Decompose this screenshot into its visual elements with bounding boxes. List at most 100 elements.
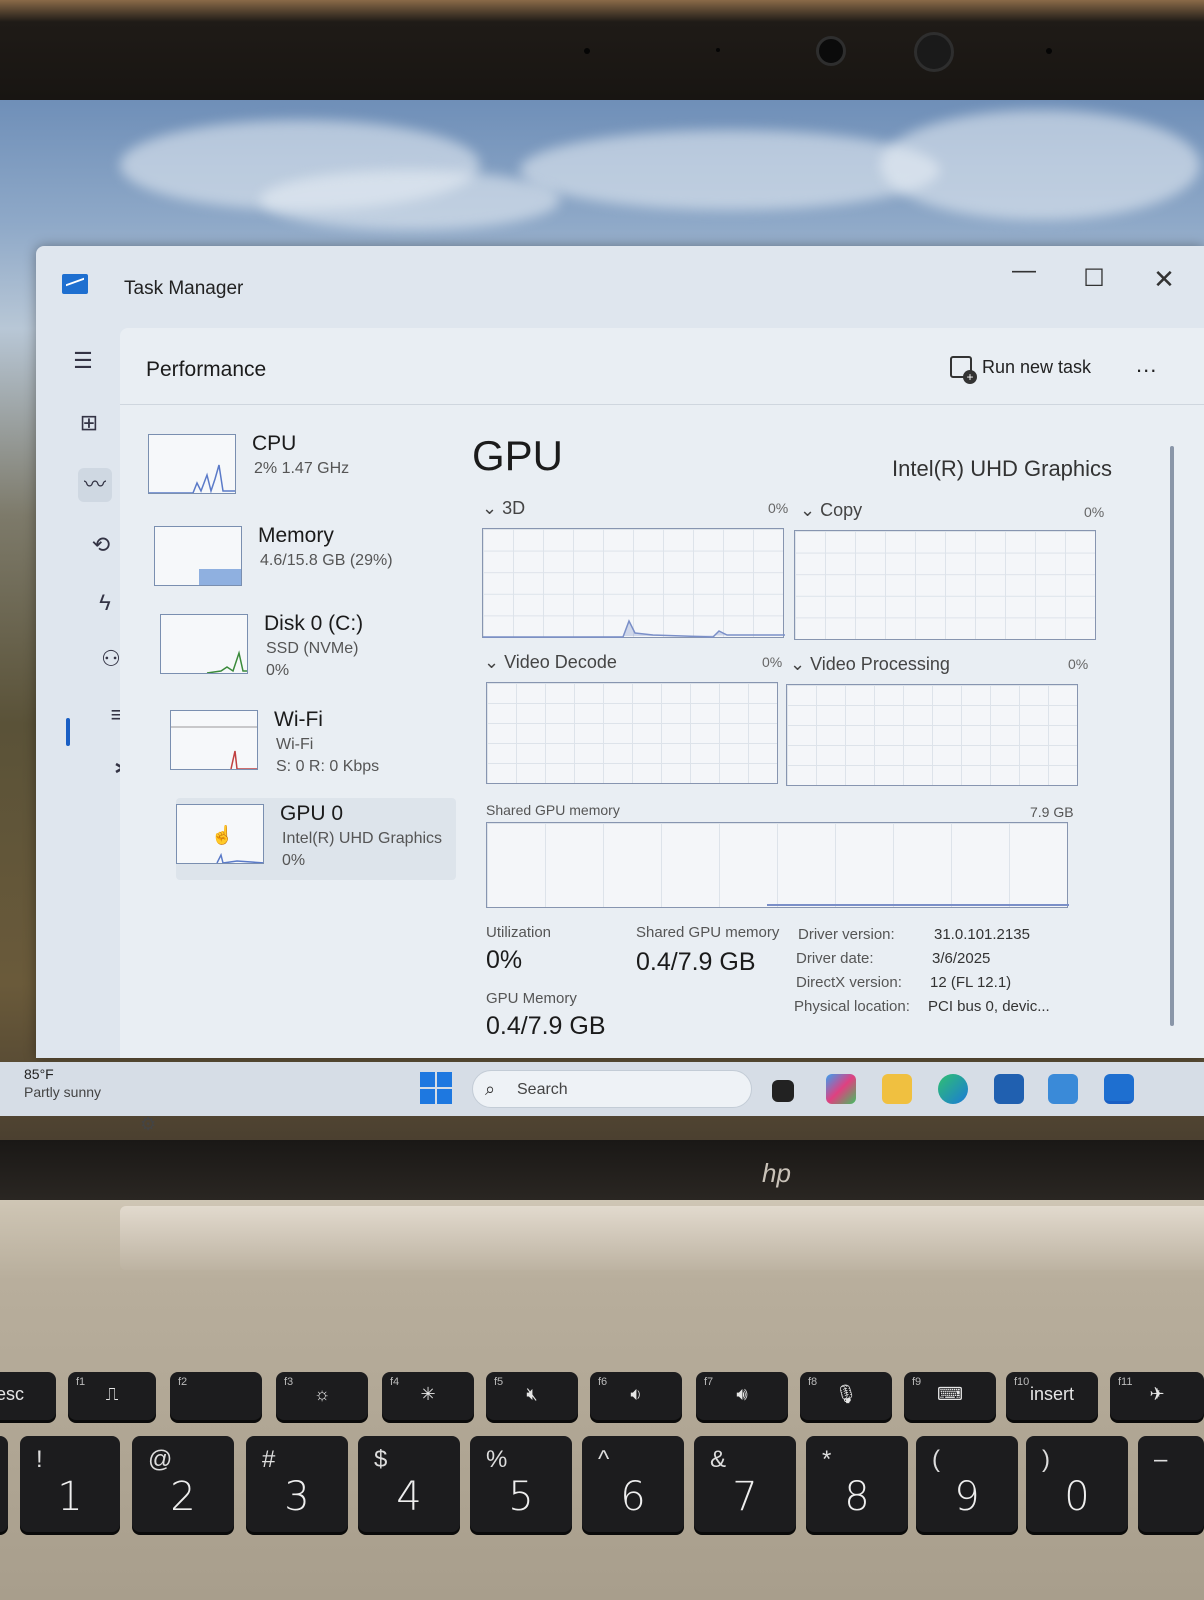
search-placeholder: Search <box>517 1081 568 1098</box>
key-esc[interactable]: esc <box>0 1372 56 1420</box>
task-manager-window: Task Manager — ☐ ✕ ☰ ⊞ 〰 ⟲ ϟ ⚇ ≡ ✲ ⚙ Per… <box>36 246 1204 1134</box>
key-6[interactable]: ^ 6 <box>582 1436 684 1532</box>
shared-gpu-memory-label: Shared GPU memory <box>636 924 780 941</box>
more-options-icon[interactable]: ... <box>1136 352 1157 378</box>
cpu-thumbnail-graph <box>148 434 236 494</box>
outlook-icon[interactable] <box>1048 1074 1078 1104</box>
sensor-dot <box>1046 48 1052 54</box>
weather-description[interactable]: Partly sunny <box>24 1084 101 1100</box>
engine-3d-label[interactable]: ⌄ 3D <box>482 498 525 519</box>
key-f5[interactable]: f5 🔇︎ <box>486 1372 578 1420</box>
run-task-icon <box>950 356 977 384</box>
webcam-cover <box>914 32 954 72</box>
weather-temperature[interactable]: 85°F <box>24 1066 54 1082</box>
gpu-memory-label: GPU Memory <box>486 990 577 1007</box>
key-f8[interactable]: f8 🎙︎ <box>800 1372 892 1420</box>
shared-memory-graph-label: Shared GPU memory <box>486 802 620 818</box>
performance-content: Performance Run new task ... CPU 2% 1.47… <box>120 328 1204 1058</box>
resource-subtitle: 2% 1.47 GHz <box>254 460 350 477</box>
processes-icon[interactable]: ⊞ <box>72 406 106 440</box>
engine-3d-graph <box>482 528 785 638</box>
resource-item-gpu[interactable]: ☝ GPU 0 Intel(R) UHD Graphics 0% <box>176 798 456 880</box>
key-f7[interactable]: f7 🔊︎ <box>696 1372 788 1420</box>
minimize-button[interactable]: — <box>1004 256 1044 286</box>
resource-item-cpu[interactable]: CPU 2% 1.47 GHz <box>148 428 458 510</box>
microsoft-365-icon[interactable] <box>826 1074 856 1104</box>
hp-logo: hp <box>762 1158 791 1188</box>
task-manager-app-icon <box>62 274 88 294</box>
vertical-scrollbar[interactable] <box>1170 446 1174 1026</box>
key-f1[interactable]: f1 ⎍ <box>68 1372 156 1420</box>
resource-name: Disk 0 (C:) <box>264 612 364 635</box>
utilization-value: 0% <box>486 946 523 974</box>
gpu-heading: GPU <box>472 432 564 479</box>
key-minus[interactable]: – <box>1138 1436 1204 1532</box>
key-backtick[interactable] <box>0 1436 8 1532</box>
gpu-thumbnail-graph: ☝ <box>176 804 264 864</box>
key-f6[interactable]: f6 🔉︎ <box>590 1372 682 1420</box>
startup-apps-icon[interactable]: ϟ <box>88 586 122 620</box>
driver-date-value: 3/6/2025 <box>932 950 991 967</box>
resource-item-disk[interactable]: Disk 0 (C:) SSD (NVMe) 0% <box>160 608 470 690</box>
key-f2[interactable]: f2 <box>170 1372 262 1420</box>
engine-video-processing-percent: 0% <box>1068 656 1089 672</box>
key-7[interactable]: & 7 <box>694 1436 796 1532</box>
key-f9[interactable]: f9 ⌨ <box>904 1372 996 1420</box>
key-4[interactable]: $4 <box>358 1436 460 1532</box>
search-icon: ⌕ <box>485 1079 496 1099</box>
engine-video-decode-graph <box>486 682 778 784</box>
title-bar[interactable]: Task Manager — ☐ ✕ <box>36 246 1204 316</box>
search-box[interactable]: ⌕ Search <box>472 1070 752 1108</box>
sensor-dot <box>584 48 590 54</box>
engine-video-decode-label[interactable]: ⌄ Video Decode <box>484 652 617 673</box>
maximize-button[interactable]: ☐ <box>1074 264 1114 294</box>
file-explorer-icon[interactable] <box>882 1074 912 1104</box>
key-9[interactable]: (9 <box>916 1436 1018 1532</box>
laptop-hinge <box>120 1206 1204 1270</box>
key-f10-insert[interactable]: f10 insert <box>1006 1372 1098 1420</box>
resource-value: S: 0 R: 0 Kbps <box>276 758 380 775</box>
resource-item-wifi[interactable]: Wi-Fi Wi-Fi S: 0 R: 0 Kbps <box>170 704 480 786</box>
directx-version-label: DirectX version: <box>796 974 902 991</box>
key-3[interactable]: #3 <box>246 1436 348 1532</box>
key-8[interactable]: * 8 <box>806 1436 908 1532</box>
resource-name: GPU 0 <box>280 802 344 825</box>
disk-thumbnail-graph <box>160 614 248 674</box>
settings-gear-icon[interactable]: ⚙ <box>140 1114 156 1135</box>
driver-date-label: Driver date: <box>796 950 874 967</box>
header-divider <box>120 404 1204 405</box>
resource-subtitle: Intel(R) UHD Graphics <box>282 830 443 847</box>
engine-video-processing-label[interactable]: ⌄ Video Processing <box>790 654 950 675</box>
microsoft-store-icon[interactable] <box>994 1074 1024 1104</box>
key-f4[interactable]: f4 ✳ <box>382 1372 474 1420</box>
wifi-thumbnail-graph <box>170 710 258 770</box>
hamburger-menu-icon[interactable]: ☰ <box>66 344 100 378</box>
engine-video-decode-percent: 0% <box>762 654 783 670</box>
hand-cursor-icon: ☝ <box>211 825 234 845</box>
key-2[interactable]: @2 <box>132 1436 234 1532</box>
utilization-label: Utilization <box>486 924 552 941</box>
memory-thumbnail-graph <box>154 526 242 586</box>
sensor-dot <box>716 48 720 52</box>
performance-icon[interactable]: 〰 <box>78 468 112 502</box>
engine-video-processing-graph <box>786 684 1078 786</box>
window-title: Task Manager <box>124 278 244 299</box>
physical-location-label: Physical location: <box>794 998 910 1015</box>
engine-copy-percent: 0% <box>1084 504 1105 520</box>
task-view-icon[interactable] <box>772 1080 794 1102</box>
driver-version-label: Driver version: <box>798 926 895 943</box>
key-5[interactable]: % 5 <box>470 1436 572 1532</box>
run-new-task-button[interactable]: Run new task <box>950 356 1091 384</box>
key-0[interactable]: ) 0 <box>1026 1436 1128 1532</box>
task-manager-taskbar-icon[interactable] <box>1104 1074 1134 1104</box>
engine-copy-label[interactable]: ⌄ Copy <box>800 500 862 521</box>
edge-browser-icon[interactable] <box>938 1074 968 1104</box>
close-button[interactable]: ✕ <box>1144 264 1184 294</box>
key-1[interactable]: ! 1 <box>20 1436 120 1532</box>
start-button-icon[interactable] <box>420 1072 452 1104</box>
app-history-icon[interactable]: ⟲ <box>84 528 118 562</box>
resource-value: 0% <box>266 662 290 679</box>
resource-item-memory[interactable]: Memory 4.6/15.8 GB (29%) <box>154 520 464 602</box>
key-f11[interactable]: f11 ✈ <box>1110 1372 1204 1420</box>
key-f3[interactable]: f3 ☼ <box>276 1372 368 1420</box>
